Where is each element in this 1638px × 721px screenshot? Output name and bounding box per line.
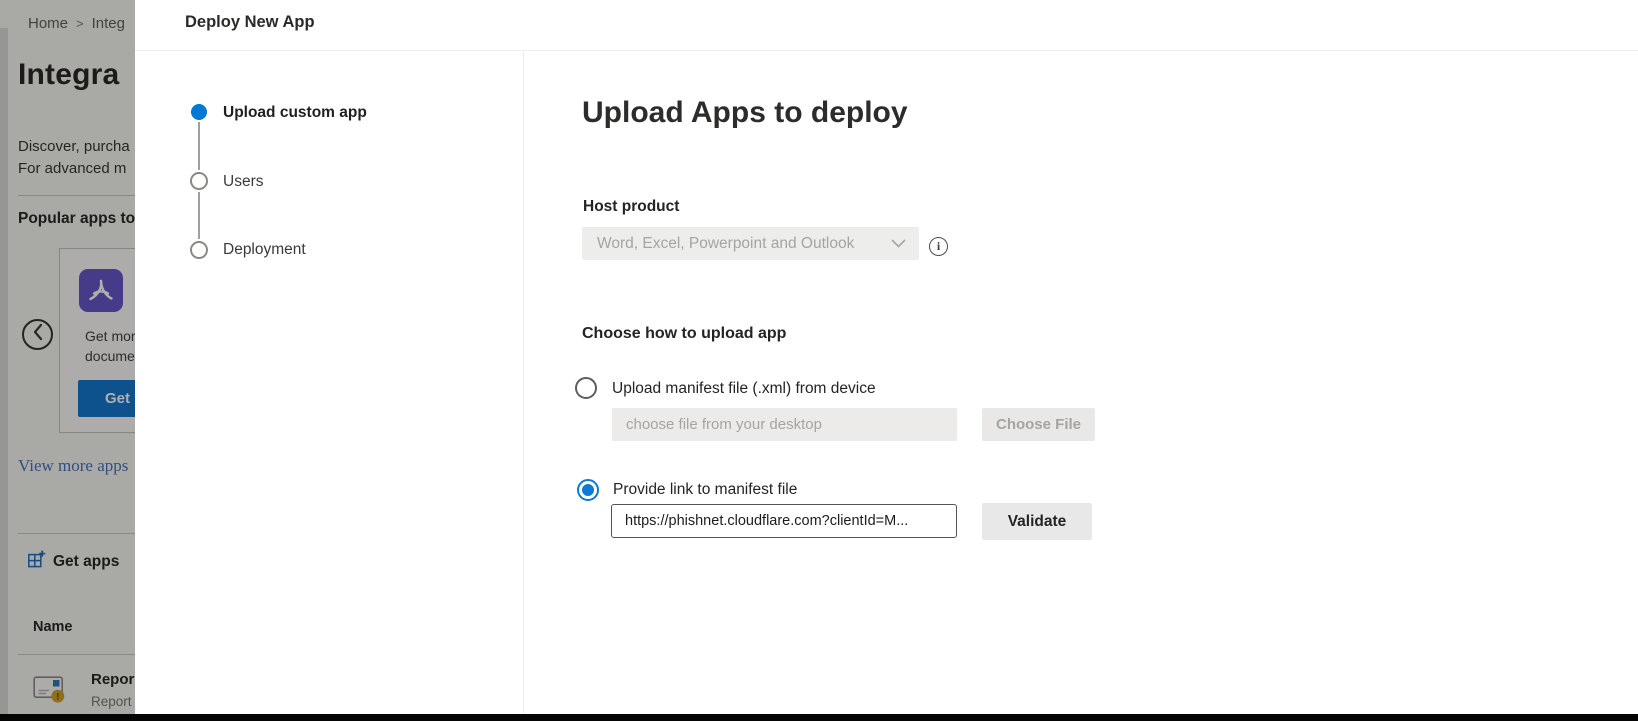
host-product-dropdown[interactable]: Word, Excel, Powerpoint and Outlook — [582, 227, 919, 260]
upload-choice-label: Choose how to upload app — [582, 325, 786, 343]
background-page: Home>Integ Integra Discover, purcha For … — [0, 0, 135, 714]
step-users[interactable]: Users — [223, 173, 263, 191]
stepper-column — [135, 51, 524, 714]
step-upload-custom-app[interactable]: Upload custom app — [223, 104, 367, 122]
deploy-new-app-panel: Deploy New App Upload custom app Users D… — [135, 0, 1638, 714]
manifest-url-input[interactable] — [611, 504, 957, 538]
step-indicator-deployment — [190, 241, 208, 259]
chevron-down-icon — [891, 235, 906, 253]
choose-file-button[interactable]: Choose File — [982, 408, 1095, 441]
radio-upload-manifest-file[interactable] — [575, 377, 597, 399]
screen: Home>Integ Integra Discover, purcha For … — [0, 0, 1638, 721]
panel-title: Deploy New App — [185, 13, 315, 32]
radio-provide-link[interactable] — [577, 479, 599, 501]
validate-button[interactable]: Validate — [982, 503, 1092, 540]
radio-selected-dot — [582, 484, 594, 496]
content-heading: Upload Apps to deploy — [582, 96, 908, 130]
panel-header — [135, 0, 1638, 51]
provide-link-label[interactable]: Provide link to manifest file — [613, 481, 797, 499]
file-path-input[interactable] — [612, 408, 957, 441]
upload-manifest-file-label[interactable]: Upload manifest file (.xml) from device — [612, 380, 876, 398]
host-product-label: Host product — [583, 198, 679, 216]
step-indicator-current — [191, 104, 207, 120]
step-deployment[interactable]: Deployment — [223, 241, 306, 259]
step-connector — [198, 192, 200, 239]
bottom-bar — [0, 714, 1638, 721]
step-indicator-users — [190, 172, 208, 190]
info-icon[interactable]: i — [929, 237, 948, 256]
dim-overlay — [0, 0, 135, 714]
host-product-value: Word, Excel, Powerpoint and Outlook — [597, 235, 891, 253]
step-connector — [198, 122, 200, 170]
